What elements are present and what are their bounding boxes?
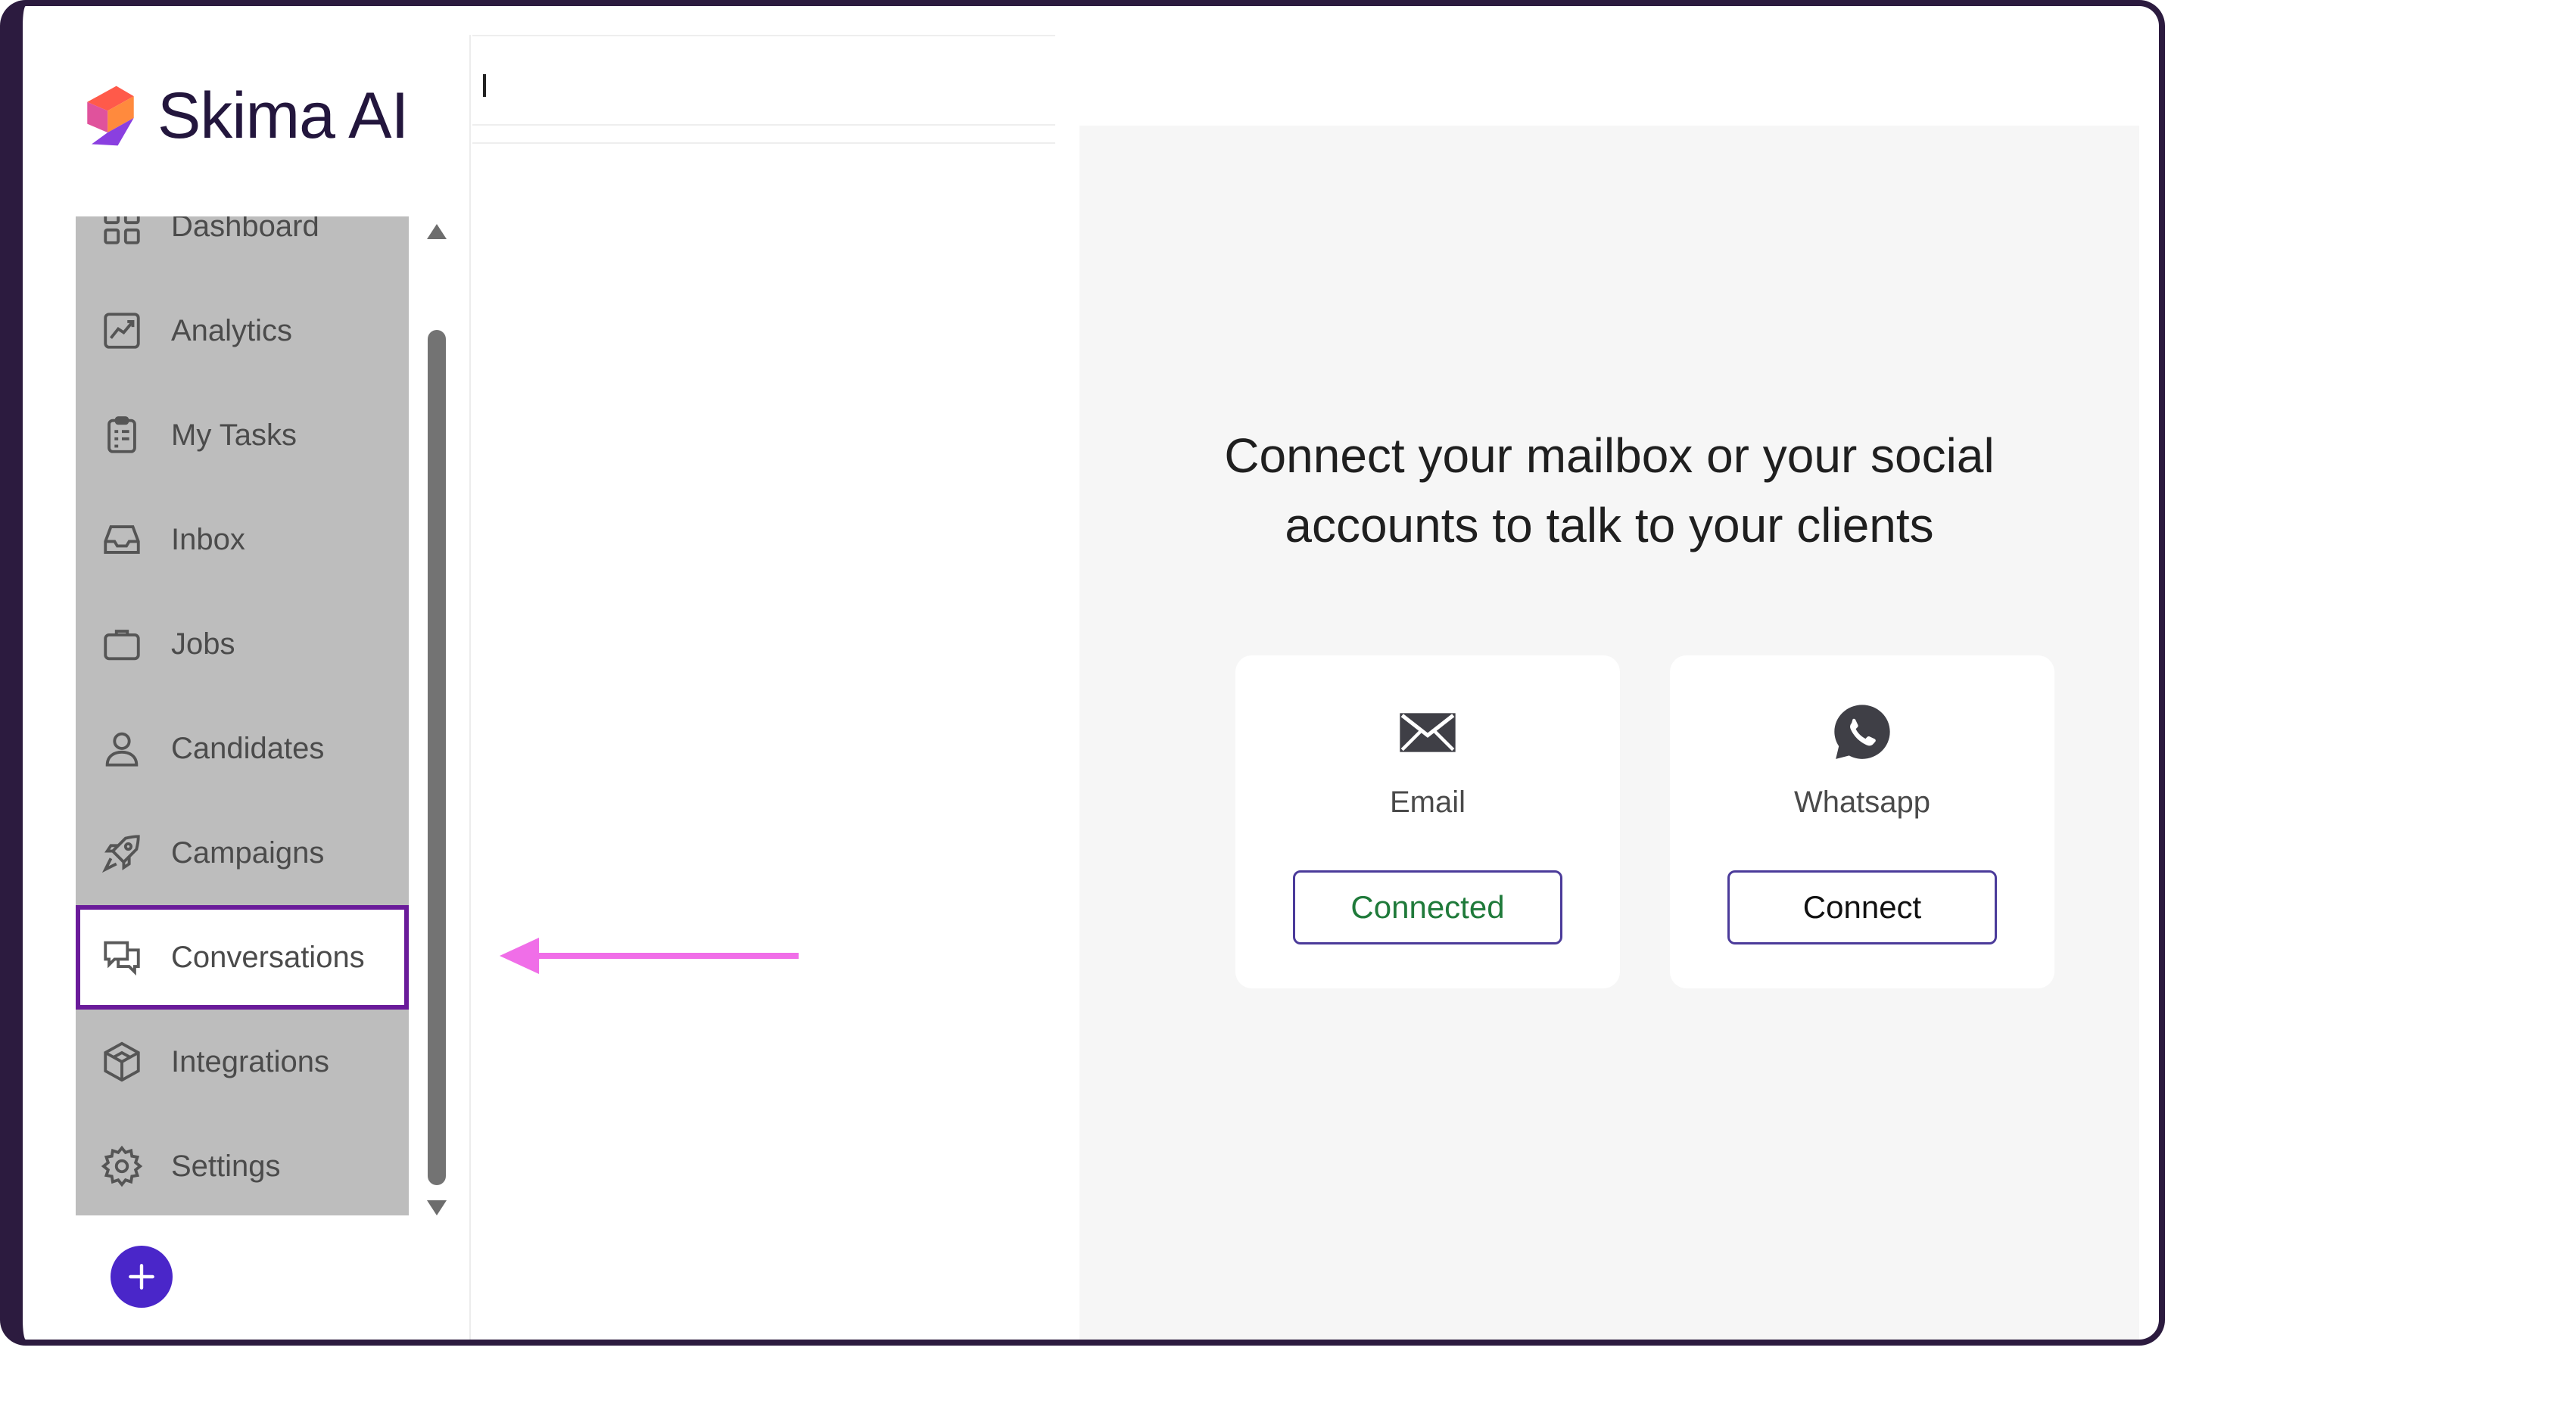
sidebar-nav[interactable]: Dashboard Analytics My Tasks Inbox Jobs … (76, 216, 409, 1215)
sidebar-item-label: Analytics (171, 313, 293, 347)
add-button[interactable] (111, 1246, 173, 1308)
conversation-list-pane (472, 35, 1055, 1340)
sidebar-item-label: Candidates (171, 731, 325, 765)
cube-icon (100, 1040, 144, 1084)
clipboard-icon (100, 413, 144, 457)
analytics-icon (100, 309, 144, 353)
sidebar-item-label: Integrations (171, 1044, 330, 1078)
sidebar-scrollbar[interactable] (425, 224, 448, 1215)
scrollbar-thumb[interactable] (428, 330, 446, 1185)
text-cursor (483, 74, 486, 97)
sidebar-item-jobs[interactable]: Jobs (76, 592, 409, 696)
channel-label: Email (1389, 786, 1466, 819)
sidebar-item-integrations[interactable]: Integrations (76, 1010, 409, 1114)
sidebar-item-my-tasks[interactable]: My Tasks (76, 383, 409, 487)
sidebar-item-label: Dashboard (171, 216, 319, 243)
annotation-arrow (500, 938, 799, 974)
main-content: Connect your mailbox or your social acco… (1079, 126, 2139, 1340)
skima-logo-icon (87, 86, 134, 145)
email-connected-button[interactable]: Connected (1293, 870, 1562, 944)
sidebar-item-label: Inbox (171, 522, 245, 556)
envelope-icon (1394, 699, 1461, 766)
scroll-up-arrow[interactable] (427, 224, 447, 239)
whatsapp-icon (1829, 699, 1895, 766)
channel-card-whatsapp: Whatsapp Connect (1670, 655, 2054, 988)
sidebar-item-inbox[interactable]: Inbox (76, 487, 409, 592)
app-window: Skima AI Dashboard Analytics My Tasks In… (0, 0, 2165, 1346)
sidebar-item-settings[interactable]: Settings (76, 1114, 409, 1215)
brand-logo[interactable]: Skima AI (74, 79, 409, 154)
sidebar-item-label: Settings (171, 1149, 281, 1183)
sidebar-item-label: My Tasks (171, 418, 297, 452)
sidebar-item-campaigns[interactable]: Campaigns (76, 801, 409, 905)
search-bar[interactable] (472, 35, 1055, 126)
briefcase-icon (100, 622, 144, 666)
channel-card-email: Email Connected (1235, 655, 1620, 988)
dashboard-icon (100, 216, 144, 248)
brand-name: Skima AI (157, 79, 409, 152)
sidebar-item-analytics[interactable]: Analytics (76, 279, 409, 383)
channel-label: Whatsapp (1793, 786, 1931, 819)
plus-icon (129, 1264, 154, 1290)
inbox-icon (100, 518, 144, 562)
scroll-down-arrow[interactable] (427, 1200, 447, 1215)
sidebar-item-candidates[interactable]: Candidates (76, 696, 409, 801)
rocket-icon (100, 831, 144, 875)
sidebar-item-label: Campaigns (171, 836, 325, 870)
sidebar-item-conversations[interactable]: Conversations (76, 905, 409, 1010)
gear-icon (100, 1144, 144, 1188)
sidebar-item-label: Jobs (171, 627, 235, 661)
divider (472, 142, 1055, 144)
sidebar: Skima AI Dashboard Analytics My Tasks In… (32, 35, 471, 1340)
person-icon (100, 727, 144, 770)
whatsapp-connect-button[interactable]: Connect (1727, 870, 1997, 944)
page-heading: Connect your mailbox or your social acco… (1224, 428, 1995, 552)
chat-bubbles-icon (100, 935, 144, 979)
sidebar-item-dashboard[interactable]: Dashboard (76, 216, 409, 279)
sidebar-item-label: Conversations (171, 940, 365, 974)
